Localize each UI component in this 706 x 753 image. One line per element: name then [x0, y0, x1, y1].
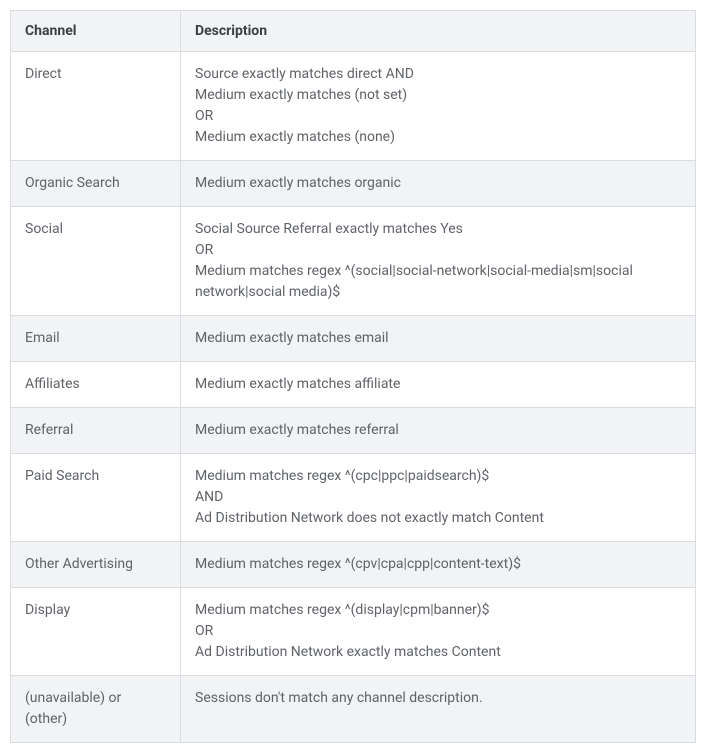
cell-description: Medium exactly matches email: [181, 316, 696, 362]
table-row: Display Medium matches regex ^(display|cp…: [11, 588, 696, 676]
table-row: Organic Search Medium exactly matches org…: [11, 161, 696, 207]
description-line: Ad Distribution Network exactly matches …: [195, 642, 681, 663]
cell-channel: (unavailable) or (other): [11, 676, 181, 743]
table-row: Email Medium exactly matches email: [11, 316, 696, 362]
description-line: Sessions don't match any channel descrip…: [195, 688, 681, 709]
cell-description: Medium exactly matches affiliate: [181, 362, 696, 408]
table-header-row: Channel Description: [11, 11, 696, 52]
header-channel: Channel: [11, 11, 181, 52]
cell-channel: Email: [11, 316, 181, 362]
description-line: Medium matches regex ^(cpc|ppc|paidsearc…: [195, 466, 681, 487]
cell-description: Medium matches regex ^(display|cpm|banne…: [181, 588, 696, 676]
description-line: Social Source Referral exactly matches Y…: [195, 219, 681, 240]
table-row: Social Social Source Referral exactly mat…: [11, 207, 696, 316]
header-description: Description: [181, 11, 696, 52]
description-line: Medium exactly matches affiliate: [195, 374, 681, 395]
cell-channel: Social: [11, 207, 181, 316]
description-line: OR: [195, 240, 681, 261]
description-line: Medium exactly matches (not set): [195, 85, 681, 106]
cell-description: Medium matches regex ^(cpc|ppc|paidsearc…: [181, 454, 696, 542]
cell-channel: Referral: [11, 408, 181, 454]
table-row: Referral Medium exactly matches referral: [11, 408, 696, 454]
description-line: OR: [195, 621, 681, 642]
description-line: Medium exactly matches referral: [195, 420, 681, 441]
description-line: Medium matches regex ^(display|cpm|banne…: [195, 600, 681, 621]
description-line: Medium exactly matches email: [195, 328, 681, 349]
cell-channel: Display: [11, 588, 181, 676]
description-line: Medium exactly matches organic: [195, 173, 681, 194]
table-row: DirectSource exactly matches direct ANDM…: [11, 52, 696, 161]
description-line: Source exactly matches direct AND: [195, 64, 681, 85]
cell-description: Medium exactly matches organic: [181, 161, 696, 207]
table-row: Other Advertising Medium matches regex ^(…: [11, 542, 696, 588]
cell-description: Source exactly matches direct ANDMedium …: [181, 52, 696, 161]
cell-description: Medium matches regex ^(cpv|cpa|cpp|conte…: [181, 542, 696, 588]
cell-description: Medium exactly matches referral: [181, 408, 696, 454]
cell-channel: Paid Search: [11, 454, 181, 542]
description-line: Medium exactly matches (none): [195, 127, 681, 148]
description-line: OR: [195, 106, 681, 127]
table-body: DirectSource exactly matches direct ANDM…: [11, 52, 696, 743]
cell-description: Sessions don't match any channel descrip…: [181, 676, 696, 743]
cell-channel: Direct: [11, 52, 181, 161]
table-row: Paid Search Medium matches regex ^(cpc|pp…: [11, 454, 696, 542]
description-line: AND: [195, 487, 681, 508]
description-line: Medium matches regex ^(social|social-net…: [195, 261, 681, 303]
cell-channel: Affiliates: [11, 362, 181, 408]
cell-channel: Other Advertising: [11, 542, 181, 588]
table-row: (unavailable) or (other) Sessions don't m…: [11, 676, 696, 743]
cell-channel: Organic Search: [11, 161, 181, 207]
channel-definitions-table: Channel Description DirectSource exactly…: [10, 10, 696, 743]
cell-description: Social Source Referral exactly matches Y…: [181, 207, 696, 316]
description-line: Medium matches regex ^(cpv|cpa|cpp|conte…: [195, 554, 681, 575]
table-row: Affiliates Medium exactly matches affilia…: [11, 362, 696, 408]
description-line: Ad Distribution Network does not exactly…: [195, 508, 681, 529]
